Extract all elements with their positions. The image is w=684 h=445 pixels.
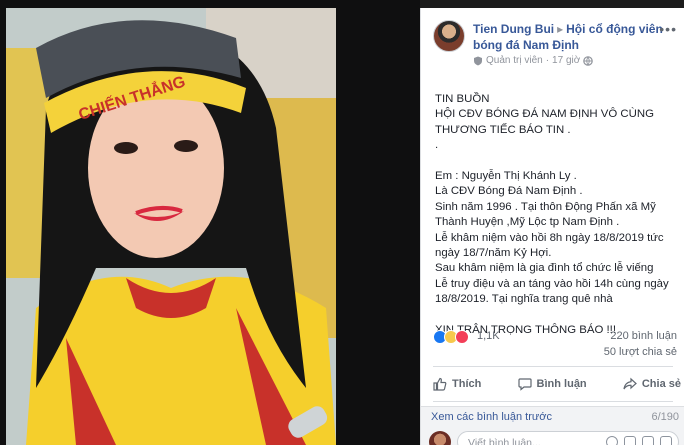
post-body: TIN BUỒN HỘI CĐV BÓNG ĐÁ NAM ĐỊNH VÔ CÙN… <box>435 92 679 339</box>
post-panel: Tien Dung Bui ▸ Hội cổ động viên bóng đá N… <box>420 8 684 445</box>
author-line: Tien Dung Bui ▸ Hội cổ động viên bóng đá N… <box>473 21 683 53</box>
post-line: Em : Nguyễn Thị Khánh Ly . <box>435 170 577 183</box>
share-arrow-icon <box>623 377 637 390</box>
arrow-right-icon: ▸ <box>557 22 564 36</box>
thumbs-up-icon <box>433 377 447 391</box>
gif-icon[interactable] <box>642 436 654 445</box>
comment-pager: 6/190 <box>651 411 679 423</box>
divider <box>433 366 673 367</box>
share-button[interactable]: Chia sẻ <box>623 373 681 395</box>
meta-dot: · <box>545 55 550 66</box>
reaction-count[interactable]: 1,1K <box>477 330 500 342</box>
view-previous-comments-link[interactable]: Xem các bình luận trước <box>431 411 552 423</box>
author-name[interactable]: Tien Dung Bui <box>473 22 554 36</box>
sticker-icon[interactable] <box>660 436 672 445</box>
more-options-icon[interactable]: ••• <box>659 22 677 36</box>
post-line: Là CĐV Bóng Đá Nam Định . <box>435 185 583 198</box>
author-avatar[interactable] <box>433 20 465 52</box>
share-label: Chia sẻ <box>641 378 681 390</box>
post-line: Lễ truy điệu và an táng vào hồi 14h cùng… <box>435 277 672 306</box>
comment-label: Bình luận <box>536 378 587 390</box>
love-reaction-icon <box>455 330 469 344</box>
comment-placeholder: Viết bình luận... <box>468 437 541 445</box>
post-header: Tien Dung Bui ▸ Hội cổ động viên bóng đá N… <box>433 20 683 75</box>
comment-count[interactable]: 220 bình luận <box>610 330 677 342</box>
comment-bubble-icon <box>517 378 532 391</box>
photo-illustration: CHIẾN THẮNG <box>6 8 336 445</box>
comment-tools <box>606 436 672 445</box>
comments-section: Xem các bình luận trước 6/190 Viết bình … <box>421 406 684 445</box>
post-line: Sinh năm 1996 . Tại thôn Động Phấn xã Mỹ… <box>435 200 659 229</box>
post-line: . <box>435 139 439 152</box>
post-meta: Quản trị viên · 17 giờ <box>473 55 594 66</box>
comment-input[interactable]: Viết bình luận... <box>457 431 679 445</box>
post-photo[interactable]: CHIẾN THẮNG <box>6 8 336 445</box>
share-count[interactable]: 50 lượt chia sẻ <box>604 346 677 358</box>
post-actions: Thích Bình luận Chia sẻ <box>433 373 681 395</box>
reaction-icons[interactable] <box>433 330 469 344</box>
post-line: TIN BUỒN <box>435 93 490 105</box>
post-line <box>435 308 679 323</box>
divider <box>433 401 673 402</box>
post-line: HỘI CĐV BÓNG ĐÁ NAM ĐỊNH VÔ CÙNG THƯƠNG … <box>435 108 657 136</box>
post-line: Sau khâm niệm là gia đình tổ chức lễ viế… <box>435 262 654 275</box>
viewer-avatar <box>429 431 451 445</box>
like-label: Thích <box>452 378 482 390</box>
reaction-summary: 1,1K 220 bình luận 50 lượt chia sẻ <box>433 328 681 360</box>
globe-icon <box>583 55 594 66</box>
like-button[interactable]: Thích <box>433 373 481 395</box>
post-line <box>435 154 679 169</box>
comment-button[interactable]: Bình luận <box>517 373 587 395</box>
photo-viewer: CHIẾN THẮNG <box>0 0 420 445</box>
role-label: Quản trị viên <box>486 55 543 66</box>
camera-icon[interactable] <box>624 436 636 445</box>
post-time[interactable]: 17 giờ <box>552 55 580 66</box>
emoji-icon[interactable] <box>606 436 618 445</box>
admin-badge-icon <box>474 56 482 65</box>
comment-composer: Viết bình luận... <box>429 431 683 445</box>
post-line: Lễ khâm niệm vào hồi 8h ngày 18/8/2019 t… <box>435 231 667 260</box>
